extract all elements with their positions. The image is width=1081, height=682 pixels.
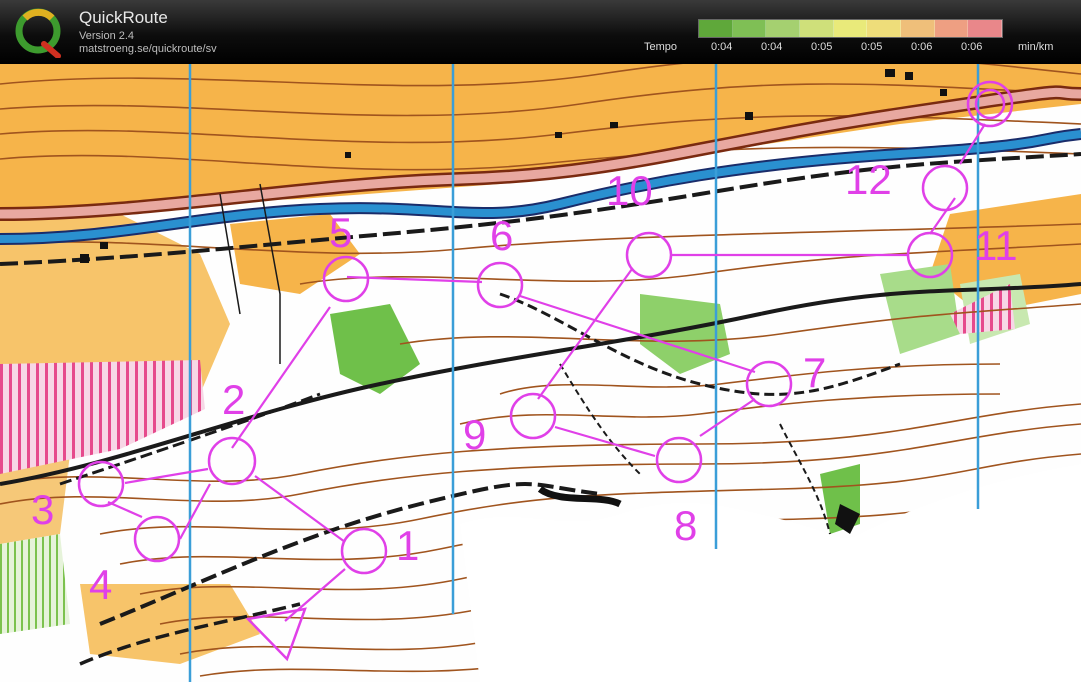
tempo-scale-segment — [766, 20, 800, 37]
tempo-scale-segment — [800, 20, 834, 37]
tempo-tick-1: 0:04 — [711, 41, 733, 53]
control-number-5: 5 — [329, 209, 352, 256]
tempo-scale-segment — [699, 20, 733, 37]
control-number-8: 8 — [674, 502, 697, 549]
tempo-tick-4: 0:05 — [861, 41, 883, 53]
quickroute-logo-icon — [15, 8, 61, 58]
orienteering-map[interactable]: 1 2 3 4 5 6 7 8 9 10 11 12 — [0, 64, 1081, 682]
tempo-scale-segment — [732, 20, 767, 37]
control-number-11: 11 — [974, 222, 1018, 269]
tempo-tick-2: 0:04 — [761, 41, 783, 53]
control-number-2: 2 — [222, 376, 245, 423]
quickroute-viewer: QuickRoute Version 2.4 matstroeng.se/qui… — [0, 0, 1081, 682]
tempo-scale-segment — [968, 20, 1002, 37]
tempo-scale-segment — [934, 20, 969, 37]
control-number-1: 1 — [396, 522, 419, 569]
tempo-color-scale — [698, 19, 1003, 38]
control-number-6: 6 — [490, 212, 513, 259]
tempo-tick-6: 0:06 — [961, 41, 983, 53]
control-number-7: 7 — [803, 349, 826, 396]
app-header: QuickRoute Version 2.4 matstroeng.se/qui… — [0, 0, 1081, 64]
control-number-12: 12 — [845, 156, 892, 203]
tempo-label: Tempo — [644, 41, 678, 53]
tempo-scale-segment — [901, 20, 935, 37]
app-title: QuickRoute — [79, 8, 168, 27]
tempo-tick-5: 0:06 — [911, 41, 933, 53]
tempo-scale-segment — [833, 20, 868, 37]
control-number-9: 9 — [463, 411, 486, 458]
tempo-scale-segment — [867, 20, 901, 37]
app-url[interactable]: matstroeng.se/quickroute/sv — [79, 43, 217, 55]
control-number-3: 3 — [31, 486, 54, 533]
tempo-tick-3: 0:05 — [811, 41, 833, 53]
app-version: Version 2.4 — [79, 30, 135, 42]
tempo-unit: min/km — [1018, 41, 1054, 53]
control-number-10: 10 — [606, 167, 653, 214]
control-number-4: 4 — [89, 561, 112, 608]
